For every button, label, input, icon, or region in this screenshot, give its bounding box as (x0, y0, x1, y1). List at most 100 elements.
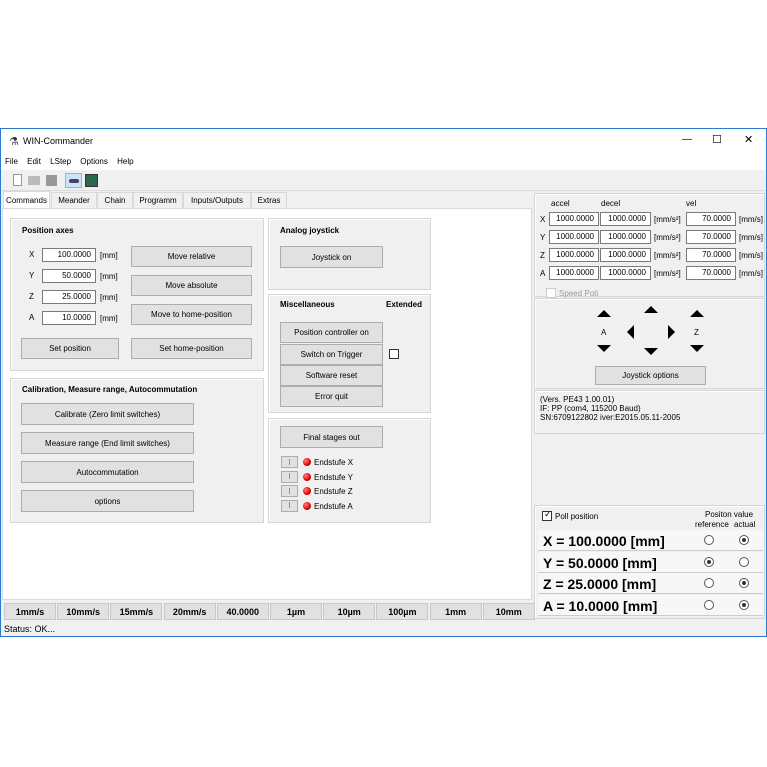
motion-axis-label: A (540, 269, 546, 278)
axis-position-input[interactable]: 25.0000 (42, 290, 96, 304)
a-up-arrow-icon[interactable] (597, 310, 611, 317)
speed-step-button[interactable]: 1µm (270, 603, 322, 620)
position-value-header: Positon value (705, 510, 754, 519)
menu-lstep[interactable]: LStep (50, 157, 71, 166)
speed-step-button[interactable]: 10mm (482, 603, 535, 620)
x-right-arrow-icon[interactable] (668, 325, 675, 339)
position-value-text: A = 10.0000 [mm] (543, 597, 658, 614)
new-file-icon[interactable] (13, 174, 22, 186)
settings-tool-icon[interactable] (85, 174, 98, 187)
speed-step-button[interactable]: 10mm/s (57, 603, 110, 620)
tab-meander[interactable]: Meander (51, 192, 97, 208)
tab-programm[interactable]: Programm (133, 192, 183, 208)
actual-radio[interactable] (739, 578, 749, 588)
decel-input[interactable]: 1000.0000 (600, 230, 651, 244)
menu-file[interactable]: File (5, 157, 18, 166)
error-quit-button[interactable]: Error quit (280, 386, 383, 407)
vel-input[interactable]: 70.0000 (686, 266, 736, 280)
connect-icon[interactable] (65, 173, 82, 188)
axis-position-input[interactable]: 10.0000 (42, 311, 96, 325)
maximize-button[interactable]: ☐ (712, 133, 722, 146)
trigger-checkbox[interactable] (389, 349, 399, 359)
decel-input[interactable]: 1000.0000 (600, 248, 651, 262)
reference-radio[interactable] (704, 578, 714, 588)
speed-step-button[interactable]: 1mm (429, 603, 482, 620)
move-home-button[interactable]: Move to home-position (131, 304, 252, 325)
motion-axis-label: Y (540, 233, 546, 242)
move-relative-button[interactable]: Move relative (131, 246, 252, 267)
open-folder-icon[interactable] (28, 176, 40, 185)
calibrate-button[interactable]: Calibrate (Zero limit switches) (21, 403, 194, 425)
tab-commands[interactable]: Commands (3, 191, 50, 208)
actual-radio[interactable] (739, 599, 749, 610)
switch-on-trigger-button[interactable]: Switch on Trigger (280, 344, 383, 365)
endstop-toggle-button[interactable]: I (281, 456, 298, 468)
vel-input[interactable]: 70.0000 (686, 248, 736, 262)
menu-help[interactable]: Help (117, 157, 133, 166)
tab-extras[interactable]: Extras (251, 192, 287, 208)
speed-step-button[interactable]: 10µm (323, 603, 376, 620)
axis-position-input[interactable]: 100.0000 (42, 248, 96, 262)
endstop-toggle-button[interactable]: I (281, 485, 298, 497)
position-controller-button[interactable]: Position controller on (280, 322, 383, 343)
speed-step-button[interactable]: 20mm/s (163, 603, 216, 620)
endstop-led-icon (303, 501, 311, 510)
info-panel: (Vers. PE43 1.00.01) IF: PP (com4, 11520… (534, 390, 765, 434)
z-up-arrow-icon[interactable] (690, 310, 704, 317)
y-down-arrow-icon[interactable] (644, 348, 658, 355)
tab-inputs-outputs[interactable]: Inputs/Outputs (183, 192, 251, 208)
measure-range-button[interactable]: Measure range (End limit switches) (21, 432, 194, 454)
set-position-button[interactable]: Set position (21, 338, 119, 359)
decel-input[interactable]: 1000.0000 (600, 266, 651, 280)
speed-step-button[interactable]: 40.0000 (216, 603, 269, 620)
accel-input[interactable]: 1000.0000 (549, 248, 599, 262)
vel-input[interactable]: 70.0000 (686, 212, 736, 226)
poll-position-label: Poll position (555, 512, 599, 521)
serial-text: SN:6709122802 iver:E2015.05.11-2005 (540, 413, 681, 422)
speed-step-button[interactable]: 100µm (376, 603, 429, 620)
accel-input[interactable]: 1000.0000 (549, 230, 599, 244)
close-button[interactable]: ✕ (744, 133, 753, 146)
interface-text: IF: PP (com4, 115200 Baud) (540, 404, 641, 413)
speed-poti-checkbox[interactable] (546, 288, 556, 298)
save-icon[interactable] (46, 175, 57, 186)
speed-step-button[interactable]: 15mm/s (110, 603, 163, 620)
accel-input[interactable]: 1000.0000 (549, 266, 599, 280)
speed-poti-label: Speed Poti (559, 289, 599, 298)
menu-edit[interactable]: Edit (27, 157, 41, 166)
decel-input[interactable]: 1000.0000 (600, 212, 651, 226)
poll-position-checkbox[interactable]: ✓ (542, 509, 552, 521)
menu-options[interactable]: Options (80, 157, 108, 166)
set-home-button[interactable]: Set home-position (131, 338, 252, 359)
joystick-options-button[interactable]: Joystick options (595, 366, 706, 385)
reference-radio[interactable] (704, 556, 714, 567)
accel-unit: [mm/s²] (654, 233, 681, 242)
axis-position-input[interactable]: 50.0000 (42, 269, 96, 283)
final-stages-out-button[interactable]: Final stages out (280, 426, 383, 448)
endstop-toggle-button[interactable]: I (281, 499, 298, 512)
joystick-on-button[interactable]: Joystick on (280, 246, 383, 268)
actual-radio[interactable] (739, 556, 749, 567)
calibration-options-button[interactable]: options (21, 490, 194, 512)
x-left-arrow-icon[interactable] (627, 325, 634, 339)
z-down-arrow-icon[interactable] (690, 345, 704, 352)
minimize-button[interactable]: — (682, 134, 692, 145)
speed-step-button[interactable]: 1mm/s (4, 603, 56, 620)
accel-input[interactable]: 1000.0000 (549, 212, 599, 226)
status-text: Status: OK... (4, 624, 56, 634)
endstop-label: Endstufe Z (314, 487, 353, 496)
endstop-toggle-button[interactable]: I (281, 470, 298, 483)
vel-header: vel (686, 199, 697, 208)
a-down-arrow-icon[interactable] (597, 345, 611, 352)
reference-radio[interactable] (704, 535, 714, 545)
actual-radio[interactable] (739, 535, 749, 545)
autocommutation-button[interactable]: Autocommutation (21, 461, 194, 483)
move-absolute-button[interactable]: Move absolute (131, 275, 252, 296)
reference-radio[interactable] (704, 599, 714, 610)
y-up-arrow-icon[interactable] (644, 306, 658, 313)
software-reset-button[interactable]: Software reset (280, 365, 383, 386)
endstop-led-icon (303, 472, 311, 481)
extended-label: Extended (386, 300, 423, 309)
tab-chain[interactable]: Chain (97, 192, 133, 208)
vel-input[interactable]: 70.0000 (686, 230, 736, 244)
